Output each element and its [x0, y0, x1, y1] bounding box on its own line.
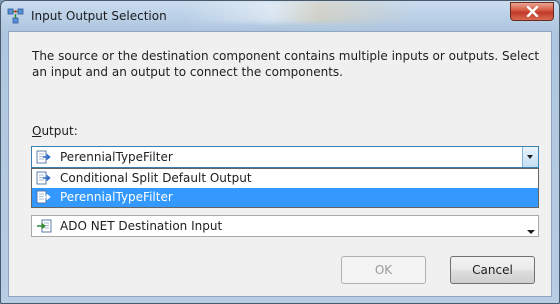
output-combobox[interactable]: PerennialTypeFilter — [31, 146, 539, 168]
description-text: The source or the destination component … — [32, 49, 540, 79]
dropdown-option[interactable]: Conditional Split Default Output — [32, 169, 538, 188]
dialog-body: The source or the destination component … — [8, 31, 552, 297]
chevron-down-icon — [527, 230, 535, 234]
output-dropdown-list: Conditional Split Default Output Perenni… — [31, 168, 539, 208]
input-combobox[interactable]: ADO NET Destination Input — [31, 215, 539, 237]
title-bar[interactable]: Input Output Selection — [1, 1, 559, 31]
close-icon — [526, 6, 539, 17]
output-dropdown-button[interactable] — [522, 147, 538, 167]
output-arrow-icon — [36, 190, 52, 204]
input-dropdown-button[interactable] — [527, 224, 535, 238]
dropdown-option-label: Conditional Split Default Output — [60, 171, 252, 185]
cancel-button[interactable]: Cancel — [450, 256, 535, 284]
window-title: Input Output Selection — [31, 9, 167, 23]
chevron-down-icon — [527, 155, 533, 159]
background-blur — [181, 1, 411, 23]
dropdown-option-label: PerennialTypeFilter — [60, 190, 173, 204]
ok-button[interactable]: OK — [341, 256, 426, 284]
output-arrow-icon — [36, 150, 52, 164]
input-combobox-value: ADO NET Destination Input — [60, 219, 223, 233]
output-arrow-icon — [36, 171, 52, 185]
output-label-rest: utput: — [41, 124, 78, 138]
dropdown-option-selected[interactable]: PerennialTypeFilter — [32, 188, 538, 207]
output-label: Output: — [32, 124, 78, 138]
dialog-window: Input Output Selection The source or the… — [0, 0, 560, 304]
close-button[interactable] — [510, 2, 554, 21]
output-combobox-value: PerennialTypeFilter — [60, 150, 173, 164]
ssis-path-icon — [7, 7, 25, 25]
input-arrow-icon — [36, 219, 52, 233]
